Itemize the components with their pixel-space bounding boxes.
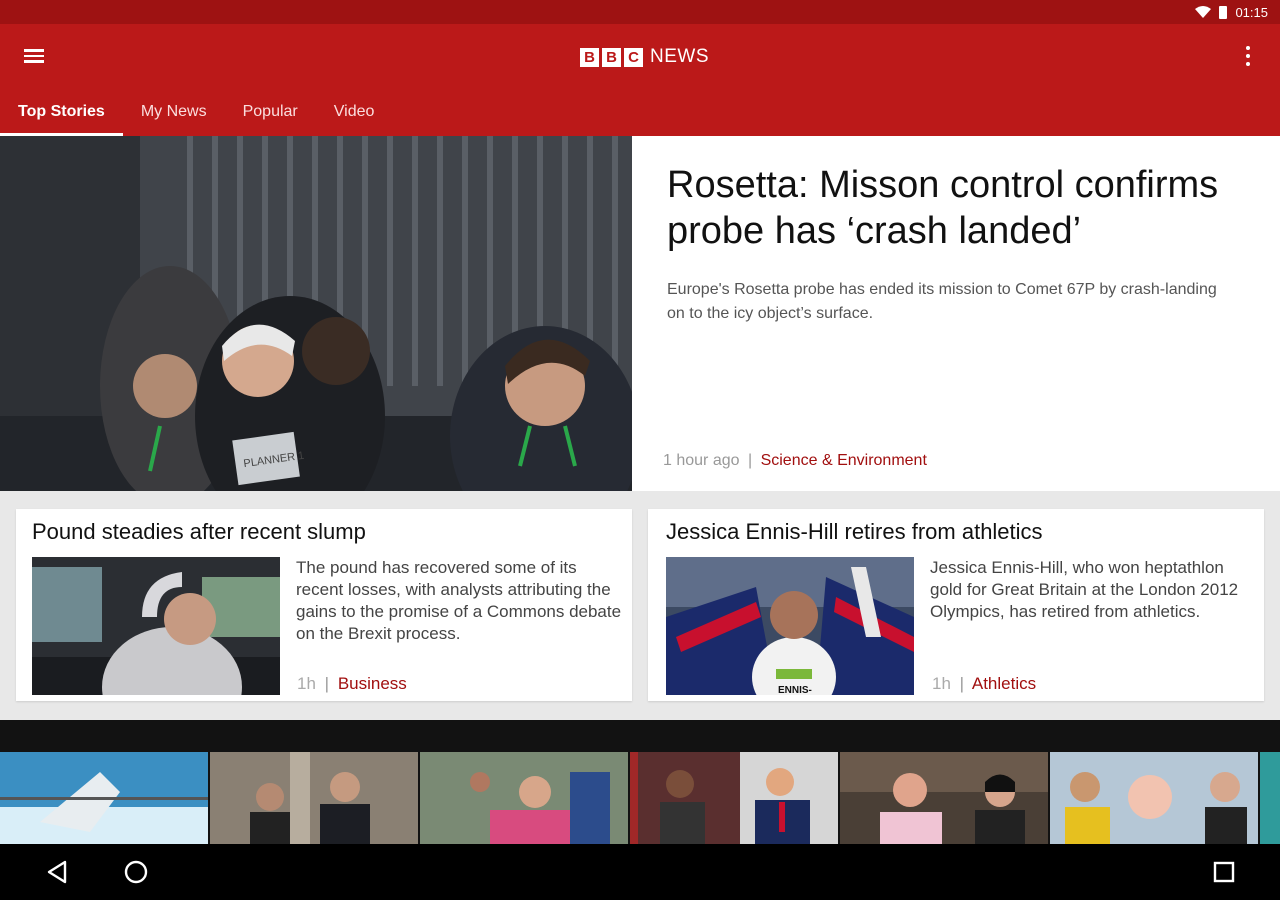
video-thumb-courtroom[interactable]	[210, 752, 418, 844]
logo-letter: B	[580, 47, 599, 67]
card-image-athlete: ENNIS-	[666, 557, 914, 695]
card-headline[interactable]: Pound steadies after recent slump	[32, 519, 366, 545]
hero-headline[interactable]: Rosetta: Misson control confirms probe h…	[667, 162, 1267, 254]
section-tabs: Top Stories My News Popular Video	[0, 88, 392, 136]
logo-letter: C	[624, 47, 643, 67]
tab-top-stories[interactable]: Top Stories	[0, 88, 123, 136]
wifi-icon	[1195, 6, 1212, 18]
card-section-link[interactable]: Business	[338, 674, 407, 693]
recents-icon	[1213, 861, 1235, 883]
card-image-trader	[32, 557, 280, 695]
story-card-ennis-hill[interactable]: Jessica Ennis-Hill retires from athletic…	[648, 509, 1264, 701]
home-button[interactable]	[122, 858, 150, 886]
back-button[interactable]	[44, 858, 72, 886]
card-timestamp: 1h	[932, 674, 951, 693]
status-bar: 01:15	[0, 0, 1280, 24]
hero-meta: 1 hour ago | Science & Environment	[663, 452, 927, 470]
hero-story[interactable]: PLANNER 1 Rosetta: Misson control confir…	[0, 136, 1280, 491]
hero-image: PLANNER 1	[0, 136, 632, 491]
card-section-link[interactable]: Athletics	[972, 674, 1036, 693]
logo-letter: B	[602, 47, 621, 67]
bbc-news-logo: B B C NEWS	[580, 46, 709, 68]
meta-separator: |	[959, 674, 965, 693]
recents-button[interactable]	[1210, 858, 1238, 886]
card-summary: Jessica Ennis-Hill, who won heptathlon g…	[930, 558, 1239, 621]
video-thumb-selfie[interactable]	[1050, 752, 1258, 844]
card-summary: The pound has recovered some of its rece…	[296, 558, 622, 643]
system-nav-bar	[0, 844, 1280, 900]
overflow-menu-button[interactable]	[1244, 46, 1252, 66]
tab-my-news[interactable]: My News	[123, 88, 225, 136]
video-thumb-partial[interactable]	[1260, 752, 1280, 844]
card-meta: 1h | Athletics	[932, 674, 1036, 694]
app-bar: B B C NEWS Top Stories My News Popular V…	[0, 24, 1280, 136]
video-thumb-shark[interactable]	[0, 752, 208, 844]
more-vert-icon	[1246, 46, 1250, 50]
hero-summary: Europe's Rosetta probe has ended its mis…	[667, 281, 1217, 322]
battery-icon	[1219, 5, 1228, 19]
tab-video[interactable]: Video	[316, 88, 393, 136]
hero-timestamp: 1 hour ago	[663, 452, 740, 469]
meta-separator: |	[324, 674, 330, 693]
hero-section-link[interactable]: Science & Environment	[761, 452, 927, 469]
video-strip	[0, 720, 1280, 844]
menu-button[interactable]	[24, 46, 48, 66]
status-time: 01:15	[1235, 4, 1268, 20]
card-meta: 1h | Business	[297, 674, 407, 694]
logo-news: NEWS	[650, 46, 709, 67]
back-icon	[47, 860, 67, 884]
menu-icon	[24, 49, 44, 52]
meta-separator: |	[747, 452, 753, 469]
video-thumb-rally[interactable]	[420, 752, 628, 844]
story-card-pound[interactable]: Pound steadies after recent slump The po…	[16, 509, 632, 701]
tab-popular[interactable]: Popular	[225, 88, 316, 136]
video-thumb-michelle-obama[interactable]	[630, 752, 838, 844]
card-headline[interactable]: Jessica Ennis-Hill retires from athletic…	[666, 519, 1043, 545]
video-thumb-interview-man[interactable]	[840, 752, 1048, 844]
card-timestamp: 1h	[297, 674, 316, 693]
bib-text: ENNIS-	[778, 685, 812, 695]
home-icon	[124, 860, 148, 884]
